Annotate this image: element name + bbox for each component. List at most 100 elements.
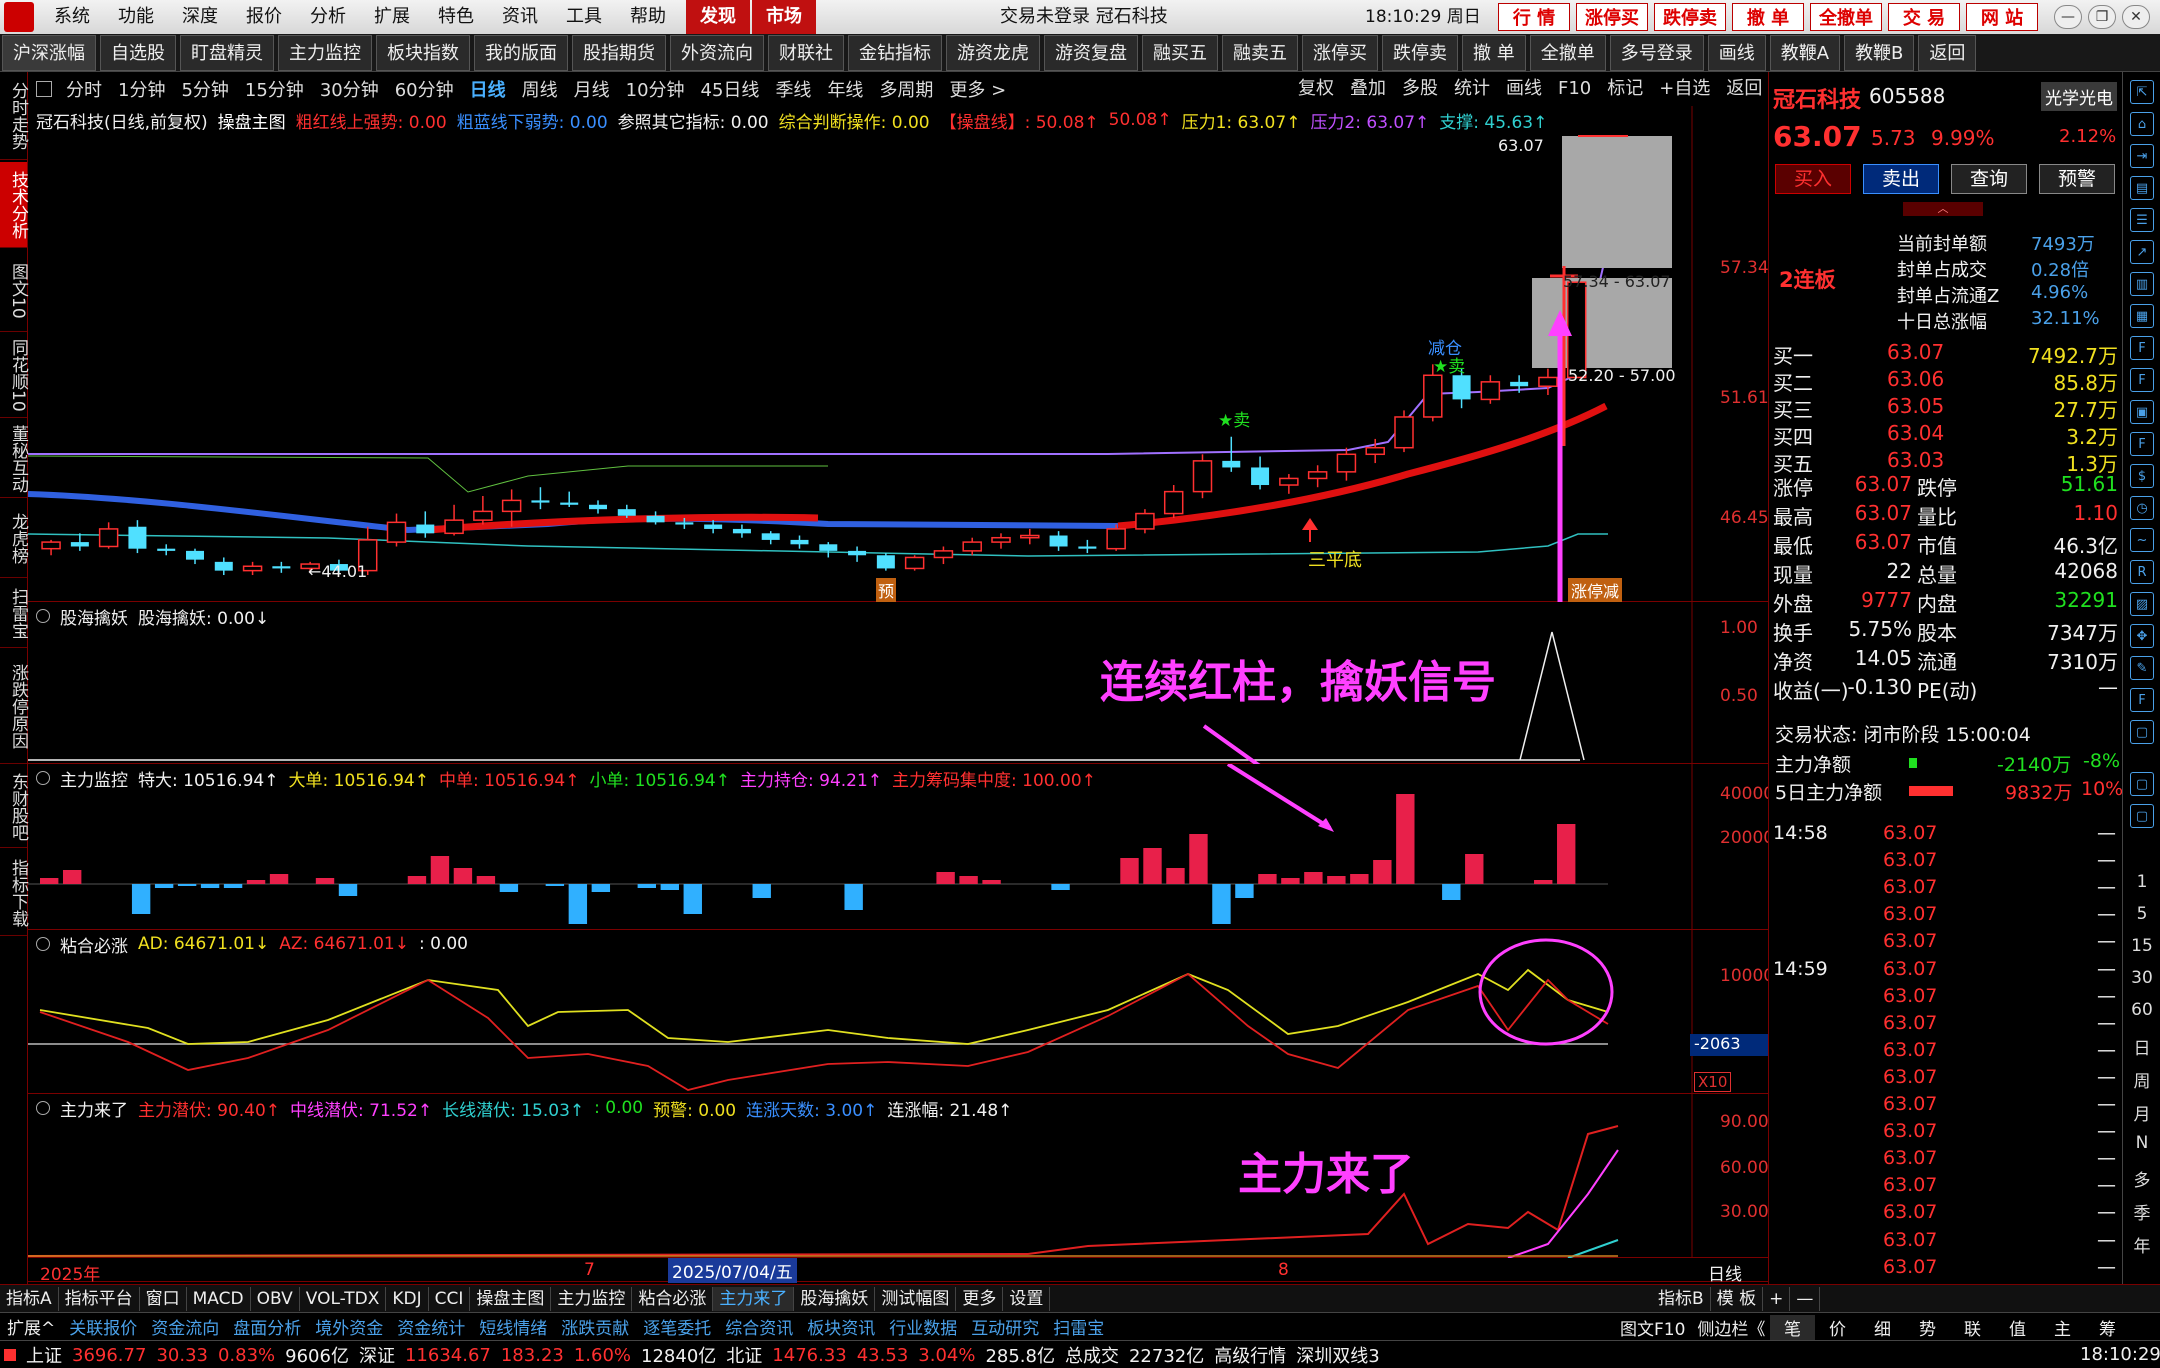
restore-icon[interactable]: ❐	[2088, 5, 2116, 29]
leftnav-2[interactable]: 图文10	[0, 250, 28, 332]
side-cycle-5[interactable]: 季	[2123, 1199, 2160, 1224]
period-12[interactable]: 年线	[819, 76, 871, 102]
trade-button-2[interactable]: 跌停卖	[1654, 3, 1726, 31]
indicator-tab-7[interactable]: CCI	[429, 1286, 471, 1311]
period-right-6[interactable]: 标记	[1599, 72, 1651, 106]
tab-6[interactable]: 股指期货	[572, 35, 666, 71]
indicator-tab-0[interactable]: 指标A	[0, 1286, 59, 1311]
ext-item-3[interactable]: 盘面分析	[226, 1314, 308, 1339]
menu-item-7[interactable]: 资讯	[488, 0, 552, 34]
ext-item-2[interactable]: 资金流向	[144, 1314, 226, 1339]
doc3-icon[interactable]: ▢	[2130, 804, 2154, 828]
tab-9[interactable]: 金钻指标	[848, 35, 942, 71]
query-button[interactable]: 查询	[1951, 164, 2027, 194]
tab-7[interactable]: 外资流向	[670, 35, 764, 71]
indicator-tab-3[interactable]: MACD	[187, 1286, 251, 1311]
alert-button[interactable]: 预警	[2039, 164, 2115, 194]
menu-item-1[interactable]: 功能	[104, 0, 168, 34]
period-1[interactable]: 1分钟	[110, 76, 173, 102]
menu-item-4[interactable]: 分析	[296, 0, 360, 34]
period-right-3[interactable]: 统计	[1446, 72, 1498, 106]
kline-panel[interactable]: 冠石科技(日线,前复权) 操盘主图 粗红线上强势: 0.00 粗蓝线下弱势: 0…	[28, 106, 1769, 602]
quote-tab-7[interactable]: 筹	[2085, 1315, 2130, 1340]
period-6[interactable]: 日线	[462, 76, 514, 102]
side-period-1[interactable]: 1	[2123, 872, 2160, 892]
tab-14[interactable]: 涨停买	[1302, 35, 1378, 71]
pen-icon[interactable]: ✎	[2130, 656, 2154, 680]
sector-tag[interactable]: 光学光电	[2041, 82, 2117, 111]
ext-right-0[interactable]: 图文F10	[1614, 1315, 1691, 1340]
quote-tab-5[interactable]: 值	[1995, 1315, 2040, 1340]
chart-icon[interactable]: ↗	[2130, 240, 2154, 264]
ext-item-12[interactable]: 互动研究	[964, 1314, 1046, 1339]
leftnav-1[interactable]: 技术分析	[0, 162, 28, 248]
panel-zhulilaile[interactable]: 主力来了 主力潜伏: 90.40↑ 中线潜伏: 71.52↑ 长线潜伏: 15.…	[28, 1094, 1769, 1258]
quote-tab-6[interactable]: 主	[2040, 1315, 2085, 1340]
ext-item-13[interactable]: 扫雷宝	[1046, 1314, 1111, 1339]
tab-15[interactable]: 跌停卖	[1382, 35, 1458, 71]
x-axis-unit[interactable]: 日线	[1708, 1260, 1742, 1285]
side-cycle-3[interactable]: N	[2123, 1133, 2160, 1153]
trade-button-0[interactable]: 行 情	[1498, 3, 1570, 31]
trade-button-5[interactable]: 交 易	[1888, 3, 1960, 31]
panel-zhuli[interactable]: 主力监控 特大: 10516.94↑ 大单: 10516.94↑ 中单: 105…	[28, 764, 1774, 930]
rsi-icon[interactable]: ~	[2130, 528, 2154, 552]
ext-item-10[interactable]: 板块资讯	[800, 1314, 882, 1339]
tab-3[interactable]: 主力监控	[278, 35, 372, 71]
indicator-tab-4[interactable]: OBV	[251, 1286, 300, 1311]
f1-icon[interactable]: F	[2130, 368, 2154, 392]
f2-icon[interactable]: F	[2130, 432, 2154, 456]
period-10[interactable]: 45日线	[693, 76, 768, 102]
indicator-tab-14[interactable]: 更多	[956, 1286, 1004, 1311]
period-right-7[interactable]: +自选	[1651, 72, 1718, 106]
side-period-5[interactable]: 5	[2123, 904, 2160, 924]
indicator-tab-8[interactable]: 操盘主图	[470, 1286, 552, 1311]
tab-18[interactable]: 多号登录	[1609, 35, 1704, 71]
panel-toggle-icon[interactable]	[36, 937, 50, 951]
ext-item-7[interactable]: 涨跌贡献	[554, 1314, 636, 1339]
period-right-4[interactable]: 画线	[1498, 72, 1550, 106]
period-4[interactable]: 30分钟	[312, 76, 387, 102]
period-2[interactable]: 5分钟	[173, 76, 236, 102]
panel-nianhe[interactable]: 粘合必涨 AD: 64671.01↓ AZ: 64671.01↓ : 0.00 …	[28, 930, 1774, 1094]
home-icon[interactable]: ⌂	[2130, 112, 2154, 136]
ext-item-8[interactable]: 逐笔委托	[636, 1314, 718, 1339]
side-cycle-2[interactable]: 月	[2123, 1100, 2160, 1125]
period-0[interactable]: 分时	[58, 76, 110, 102]
sell-button[interactable]: 卖出	[1863, 164, 1939, 194]
indicator-tab-5[interactable]: VOL-TDX	[300, 1286, 387, 1311]
panel-guhai[interactable]: 股海擒妖 股海擒妖: 0.00↓ 1.00 0.50 连续红柱，擒妖信号	[28, 602, 1768, 764]
indicator-tab-11[interactable]: 主力来了	[713, 1286, 795, 1311]
indicator-right-3[interactable]: —	[1790, 1286, 1821, 1311]
quote-tab-1[interactable]: 价	[1815, 1315, 1860, 1340]
menu-discover[interactable]: 发现	[686, 0, 750, 34]
next-icon[interactable]: ⇥	[2130, 144, 2154, 168]
ext-item-5[interactable]: 资金统计	[390, 1314, 472, 1339]
indicator-tab-6[interactable]: KDJ	[386, 1286, 429, 1311]
indicator-tab-13[interactable]: 测试幅图	[875, 1286, 957, 1311]
rsi-text[interactable]: R	[2130, 560, 2154, 584]
indicator-tab-9[interactable]: 主力监控	[551, 1286, 633, 1311]
indicator-right-2[interactable]: +	[1763, 1286, 1791, 1311]
period-14[interactable]: 更多 >	[941, 76, 1014, 102]
side-period-30[interactable]: 30	[2123, 968, 2160, 988]
menu-item-3[interactable]: 报价	[232, 0, 296, 34]
leftnav-0[interactable]: 分时走势	[0, 72, 28, 160]
quote-tab-2[interactable]: 细	[1860, 1315, 1905, 1340]
buy-button[interactable]: 买入	[1775, 164, 1851, 194]
tab-0[interactable]: 沪深涨幅	[2, 35, 96, 71]
tab-22[interactable]: 返回	[1918, 35, 1977, 71]
tab-2[interactable]: 盯盘精灵	[180, 35, 274, 71]
period-right-0[interactable]: 复权	[1290, 72, 1342, 106]
quote-tab-0[interactable]: 笔	[1770, 1314, 1815, 1340]
clock-icon[interactable]: ◷	[2130, 496, 2154, 520]
indicator-tab-10[interactable]: 粘合必涨	[632, 1286, 714, 1311]
leftnav-5[interactable]: 龙虎榜	[0, 500, 28, 578]
ext-item-9[interactable]: 综合资讯	[718, 1314, 800, 1339]
period-right-2[interactable]: 多股	[1394, 72, 1446, 106]
period-3[interactable]: 15分钟	[237, 76, 312, 102]
tab-4[interactable]: 板块指数	[376, 35, 470, 71]
period-13[interactable]: 多周期	[871, 76, 941, 102]
period-7[interactable]: 周线	[514, 76, 566, 102]
calendar-icon[interactable]: ▣	[2130, 400, 2154, 424]
